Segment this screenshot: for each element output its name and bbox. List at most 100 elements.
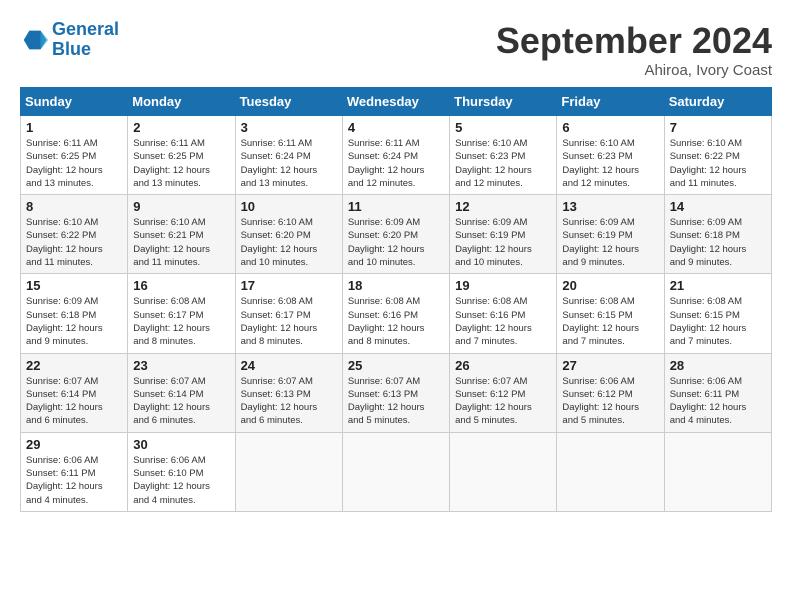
logo-text: General Blue <box>52 20 119 60</box>
day-info: Sunrise: 6:11 AM Sunset: 6:25 PM Dayligh… <box>133 137 229 190</box>
day-number: 10 <box>241 199 337 214</box>
day-info: Sunrise: 6:08 AM Sunset: 6:17 PM Dayligh… <box>241 295 337 348</box>
header-tuesday: Tuesday <box>235 88 342 116</box>
day-number: 2 <box>133 120 229 135</box>
day-cell-11: 11 Sunrise: 6:09 AM Sunset: 6:20 PM Dayli… <box>342 195 449 274</box>
day-number: 6 <box>562 120 658 135</box>
day-info: Sunrise: 6:07 AM Sunset: 6:13 PM Dayligh… <box>348 375 444 428</box>
day-number: 3 <box>241 120 337 135</box>
day-cell-4: 4Sunrise: 6:11 AM Sunset: 6:24 PM Daylig… <box>342 116 449 195</box>
day-info: Sunrise: 6:11 AM Sunset: 6:24 PM Dayligh… <box>241 137 337 190</box>
day-number: 23 <box>133 358 229 373</box>
day-number: 29 <box>26 437 122 452</box>
day-info: Sunrise: 6:06 AM Sunset: 6:11 PM Dayligh… <box>26 454 122 507</box>
day-cell-20: 20Sunrise: 6:08 AM Sunset: 6:15 PM Dayli… <box>557 274 664 353</box>
day-number: 30 <box>133 437 229 452</box>
day-cell-1: 1 Sunrise: 6:11 AM Sunset: 6:25 PM Daylig… <box>21 116 128 195</box>
day-number: 27 <box>562 358 658 373</box>
day-number: 11 <box>348 199 444 214</box>
day-cell-24: 24 Sunrise: 6:07 AM Sunset: 6:13 PM Dayli… <box>235 353 342 432</box>
day-number: 19 <box>455 278 551 293</box>
day-info: Sunrise: 6:10 AM Sunset: 6:22 PM Dayligh… <box>26 216 122 269</box>
day-info: Sunrise: 6:07 AM Sunset: 6:13 PM Dayligh… <box>241 375 337 428</box>
day-number: 1 <box>26 120 122 135</box>
day-number: 7 <box>670 120 766 135</box>
day-info: Sunrise: 6:11 AM Sunset: 6:25 PM Dayligh… <box>26 137 122 190</box>
day-info: Sunrise: 6:09 AM Sunset: 6:20 PM Dayligh… <box>348 216 444 269</box>
day-info: Sunrise: 6:06 AM Sunset: 6:10 PM Dayligh… <box>133 454 229 507</box>
day-number: 21 <box>670 278 766 293</box>
day-info: Sunrise: 6:07 AM Sunset: 6:14 PM Dayligh… <box>26 375 122 428</box>
day-cell-9: 9 Sunrise: 6:10 AM Sunset: 6:21 PM Daylig… <box>128 195 235 274</box>
day-info: Sunrise: 6:09 AM Sunset: 6:18 PM Dayligh… <box>26 295 122 348</box>
empty-cell <box>342 432 449 511</box>
page-header: General Blue September 2024 Ahiroa, Ivor… <box>20 20 772 79</box>
day-info: Sunrise: 6:10 AM Sunset: 6:22 PM Dayligh… <box>670 137 766 190</box>
day-cell-25: 25 Sunrise: 6:07 AM Sunset: 6:13 PM Dayli… <box>342 353 449 432</box>
day-cell-27: 27 Sunrise: 6:06 AM Sunset: 6:12 PM Dayli… <box>557 353 664 432</box>
header-monday: Monday <box>128 88 235 116</box>
day-cell-6: 6 Sunrise: 6:10 AM Sunset: 6:23 PM Daylig… <box>557 116 664 195</box>
day-info: Sunrise: 6:10 AM Sunset: 6:23 PM Dayligh… <box>562 137 658 190</box>
day-cell-8: 8 Sunrise: 6:10 AM Sunset: 6:22 PM Daylig… <box>21 195 128 274</box>
day-cell-21: 21 Sunrise: 6:08 AM Sunset: 6:15 PM Dayli… <box>664 274 771 353</box>
location: Ahiroa, Ivory Coast <box>496 62 772 79</box>
day-info: Sunrise: 6:09 AM Sunset: 6:19 PM Dayligh… <box>562 216 658 269</box>
day-number: 18 <box>348 278 444 293</box>
empty-cell <box>450 432 557 511</box>
day-number: 8 <box>26 199 122 214</box>
day-info: Sunrise: 6:08 AM Sunset: 6:16 PM Dayligh… <box>455 295 551 348</box>
day-cell-14: 14 Sunrise: 6:09 AM Sunset: 6:18 PM Dayli… <box>664 195 771 274</box>
day-number: 9 <box>133 199 229 214</box>
header-friday: Friday <box>557 88 664 116</box>
day-number: 12 <box>455 199 551 214</box>
day-number: 14 <box>670 199 766 214</box>
day-info: Sunrise: 6:08 AM Sunset: 6:15 PM Dayligh… <box>670 295 766 348</box>
day-cell-2: 2 Sunrise: 6:11 AM Sunset: 6:25 PM Daylig… <box>128 116 235 195</box>
day-cell-16: 16Sunrise: 6:08 AM Sunset: 6:17 PM Dayli… <box>128 274 235 353</box>
day-number: 13 <box>562 199 658 214</box>
day-cell-10: 10 Sunrise: 6:10 AM Sunset: 6:20 PM Dayli… <box>235 195 342 274</box>
empty-cell <box>235 432 342 511</box>
day-info: Sunrise: 6:06 AM Sunset: 6:12 PM Dayligh… <box>562 375 658 428</box>
day-info: Sunrise: 6:10 AM Sunset: 6:21 PM Dayligh… <box>133 216 229 269</box>
header-wednesday: Wednesday <box>342 88 449 116</box>
day-cell-18: 18 Sunrise: 6:08 AM Sunset: 6:16 PM Dayli… <box>342 274 449 353</box>
day-cell-7: 7 Sunrise: 6:10 AM Sunset: 6:22 PM Daylig… <box>664 116 771 195</box>
day-number: 25 <box>348 358 444 373</box>
day-number: 26 <box>455 358 551 373</box>
day-number: 28 <box>670 358 766 373</box>
week-row-5: 29 Sunrise: 6:06 AM Sunset: 6:11 PM Dayli… <box>21 432 772 511</box>
day-info: Sunrise: 6:09 AM Sunset: 6:19 PM Dayligh… <box>455 216 551 269</box>
day-cell-19: 19 Sunrise: 6:08 AM Sunset: 6:16 PM Dayli… <box>450 274 557 353</box>
day-number: 16 <box>133 278 229 293</box>
day-info: Sunrise: 6:07 AM Sunset: 6:12 PM Dayligh… <box>455 375 551 428</box>
title-area: September 2024 Ahiroa, Ivory Coast <box>496 20 772 79</box>
day-number: 15 <box>26 278 122 293</box>
day-info: Sunrise: 6:08 AM Sunset: 6:16 PM Dayligh… <box>348 295 444 348</box>
day-cell-28: 28Sunrise: 6:06 AM Sunset: 6:11 PM Dayli… <box>664 353 771 432</box>
day-cell-17: 17 Sunrise: 6:08 AM Sunset: 6:17 PM Dayli… <box>235 274 342 353</box>
day-number: 17 <box>241 278 337 293</box>
day-cell-3: 3 Sunrise: 6:11 AM Sunset: 6:24 PM Daylig… <box>235 116 342 195</box>
day-number: 24 <box>241 358 337 373</box>
day-info: Sunrise: 6:10 AM Sunset: 6:20 PM Dayligh… <box>241 216 337 269</box>
calendar-table: SundayMondayTuesdayWednesdayThursdayFrid… <box>20 87 772 512</box>
day-cell-30: 30 Sunrise: 6:06 AM Sunset: 6:10 PM Dayli… <box>128 432 235 511</box>
logo-icon <box>20 26 48 54</box>
day-cell-12: 12 Sunrise: 6:09 AM Sunset: 6:19 PM Dayli… <box>450 195 557 274</box>
header-thursday: Thursday <box>450 88 557 116</box>
day-cell-23: 23 Sunrise: 6:07 AM Sunset: 6:14 PM Dayli… <box>128 353 235 432</box>
week-row-4: 22Sunrise: 6:07 AM Sunset: 6:14 PM Dayli… <box>21 353 772 432</box>
day-cell-22: 22Sunrise: 6:07 AM Sunset: 6:14 PM Dayli… <box>21 353 128 432</box>
day-cell-26: 26 Sunrise: 6:07 AM Sunset: 6:12 PM Dayli… <box>450 353 557 432</box>
month-title: September 2024 <box>496 20 772 62</box>
day-info: Sunrise: 6:10 AM Sunset: 6:23 PM Dayligh… <box>455 137 551 190</box>
day-info: Sunrise: 6:09 AM Sunset: 6:18 PM Dayligh… <box>670 216 766 269</box>
empty-cell <box>557 432 664 511</box>
day-cell-29: 29 Sunrise: 6:06 AM Sunset: 6:11 PM Dayli… <box>21 432 128 511</box>
day-cell-13: 13 Sunrise: 6:09 AM Sunset: 6:19 PM Dayli… <box>557 195 664 274</box>
week-row-2: 8 Sunrise: 6:10 AM Sunset: 6:22 PM Daylig… <box>21 195 772 274</box>
day-number: 4 <box>348 120 444 135</box>
day-info: Sunrise: 6:07 AM Sunset: 6:14 PM Dayligh… <box>133 375 229 428</box>
